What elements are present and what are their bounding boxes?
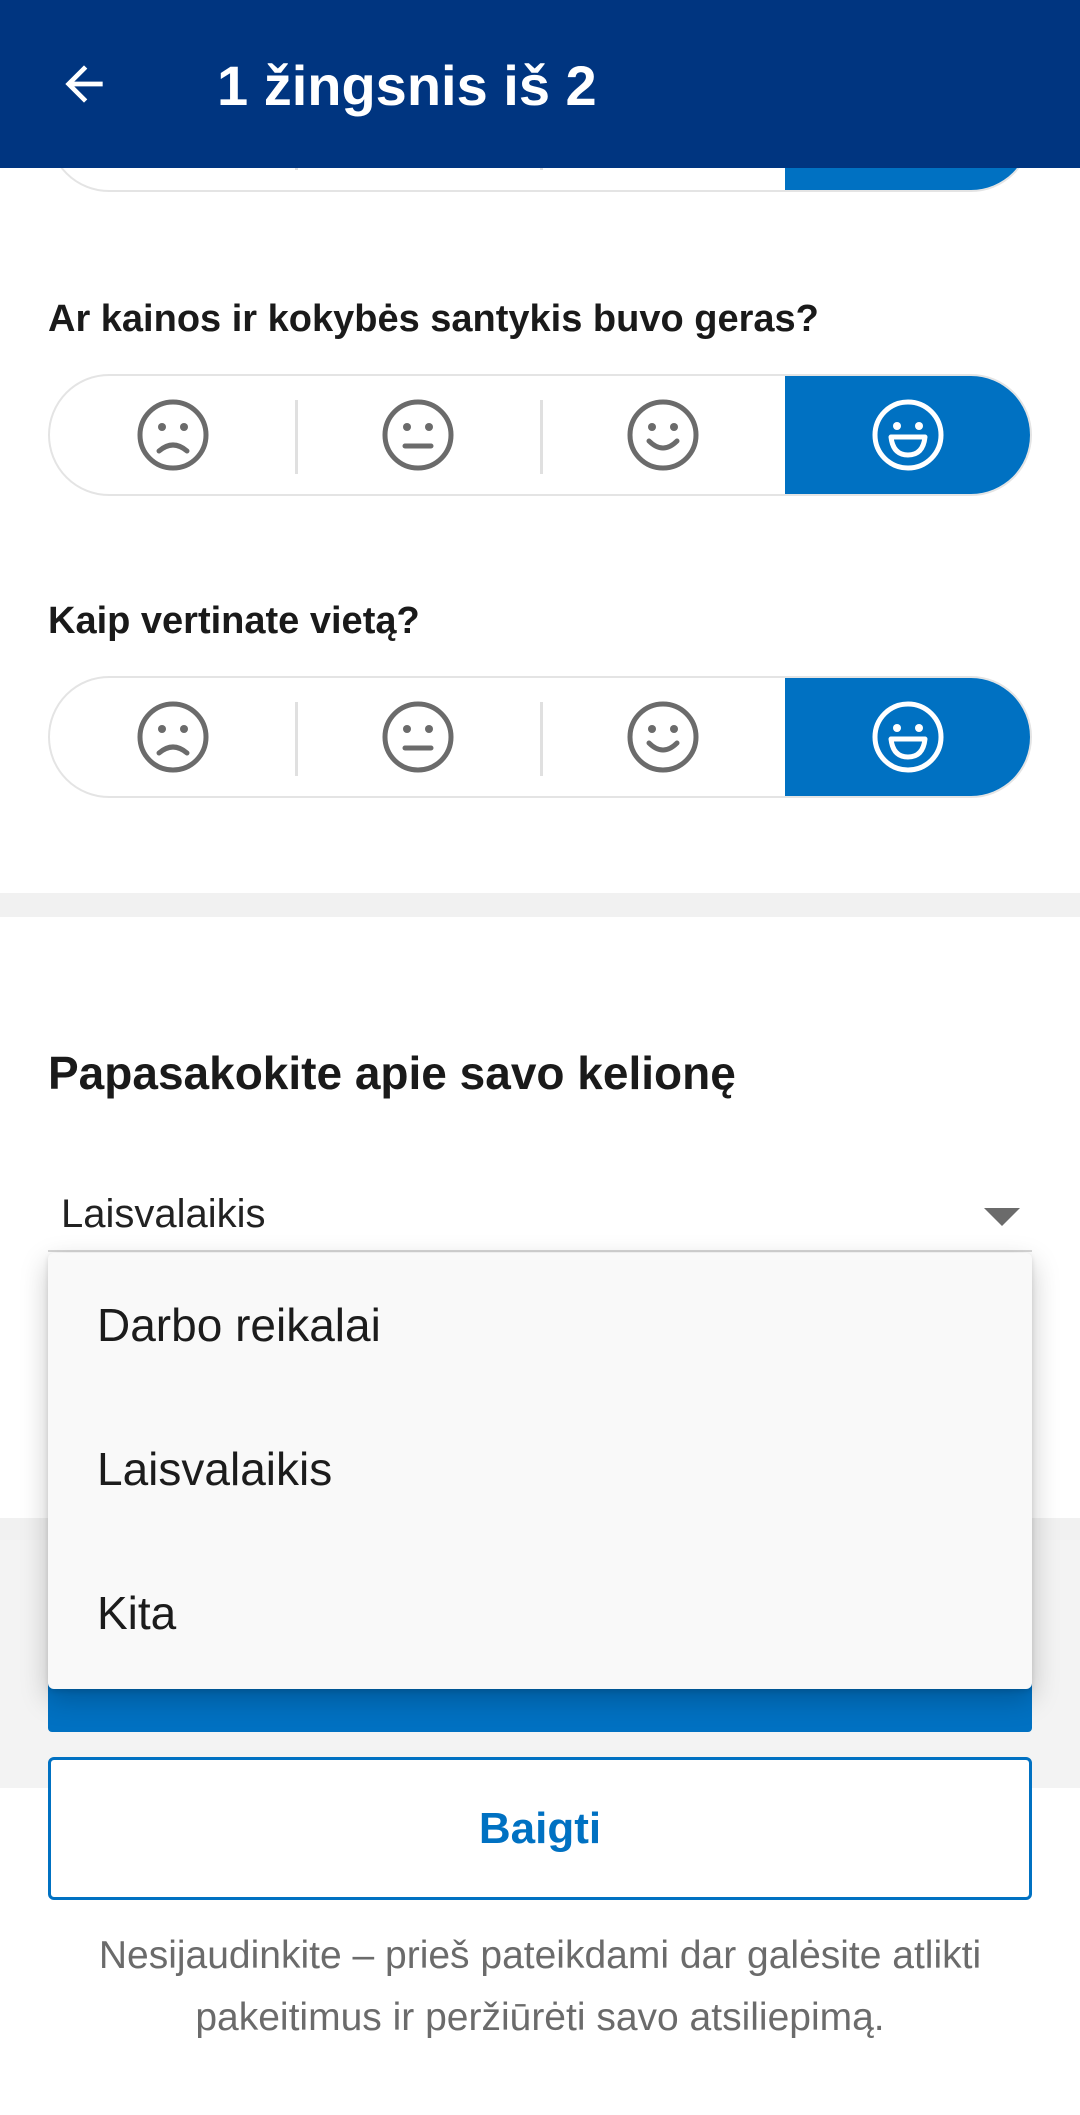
question-value-for-money: Ar kainos ir kokybės santykis buvo geras… [48, 298, 819, 340]
rating-option-very-happy[interactable] [785, 678, 1030, 796]
question-location: Kaip vertinate vietą? [48, 600, 420, 642]
back-button[interactable] [40, 44, 128, 124]
select-underline [48, 1250, 1032, 1252]
big-smile-face-icon [872, 399, 943, 471]
rating-option-happy[interactable] [540, 678, 785, 796]
neutral-face-icon [382, 399, 453, 471]
smile-face-icon [627, 399, 698, 471]
dropdown-option-business[interactable]: Darbo reikalai [48, 1253, 1032, 1397]
app-bar: 1 žingsnis iš 2 [0, 0, 1080, 168]
arrow-left-icon [65, 65, 103, 103]
trip-type-selected-value: Laisvalaikis [61, 1192, 266, 1236]
section-divider [0, 893, 1080, 917]
sad-face-icon [137, 701, 208, 773]
trip-type-dropdown-menu: Darbo reikalai Laisvalaikis Kita [48, 1253, 1032, 1689]
trip-section-title: Papasakokite apie savo kelionę [48, 1047, 736, 1099]
dropdown-option-other[interactable]: Kita [48, 1541, 1032, 1685]
rating-option-neutral[interactable] [295, 678, 540, 796]
dropdown-option-leisure[interactable]: Laisvalaikis [48, 1397, 1032, 1541]
rating-option-very-happy[interactable] [785, 376, 1030, 494]
page-title: 1 žingsnis iš 2 [217, 54, 597, 117]
rating-row-value-for-money [48, 374, 1032, 496]
sad-face-icon [137, 399, 208, 471]
finish-button[interactable]: Baigti [48, 1757, 1032, 1900]
smile-face-icon [627, 701, 698, 773]
rating-option-happy[interactable] [540, 376, 785, 494]
dropdown-arrow-icon [984, 1208, 1020, 1226]
footer-note: Nesijaudinkite – prieš pateikdami dar ga… [98, 1934, 982, 2039]
big-smile-face-icon [872, 701, 943, 773]
neutral-face-icon [382, 701, 453, 773]
trip-type-select[interactable]: Laisvalaikis [48, 1180, 1032, 1252]
rating-option-sad[interactable] [50, 376, 295, 494]
rating-row-location [48, 676, 1032, 798]
rating-option-neutral[interactable] [295, 376, 540, 494]
rating-option-sad[interactable] [50, 678, 295, 796]
